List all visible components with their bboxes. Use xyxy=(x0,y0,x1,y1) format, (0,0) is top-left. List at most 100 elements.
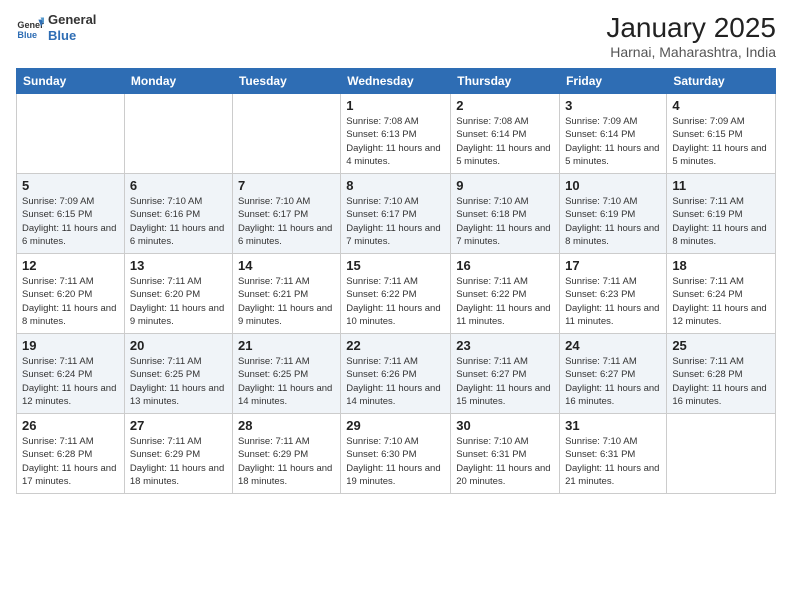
calendar-cell: 8Sunrise: 7:10 AMSunset: 6:17 PMDaylight… xyxy=(341,174,451,254)
day-info: Sunrise: 7:11 AMSunset: 6:24 PMDaylight:… xyxy=(672,275,770,328)
calendar-cell: 24 Sunrise: 7:11 AMSunset: 6:27 PMDayligh… xyxy=(560,334,667,414)
day-number: 31 xyxy=(565,418,661,433)
calendar-cell: 3Sunrise: 7:09 AMSunset: 6:14 PMDaylight… xyxy=(560,94,667,174)
col-monday: Monday xyxy=(124,69,232,94)
col-saturday: Saturday xyxy=(667,69,776,94)
calendar-cell: 7 Sunrise: 7:10 AMSunset: 6:17 PMDaylight… xyxy=(232,174,340,254)
col-thursday: Thursday xyxy=(451,69,560,94)
calendar-cell xyxy=(232,94,340,174)
day-number: 24 xyxy=(565,338,661,353)
calendar-cell: 30 Sunrise: 7:10 AMSunset: 6:31 PMDayligh… xyxy=(451,414,560,494)
calendar-cell: 11 Sunrise: 7:11 AMSunset: 6:19 PMDayligh… xyxy=(667,174,776,254)
day-number: 2 xyxy=(456,98,554,113)
calendar-cell: 1 Sunrise: 7:08 AMSunset: 6:13 PMDaylight… xyxy=(341,94,451,174)
calendar-cell: 18 Sunrise: 7:11 AMSunset: 6:24 PMDayligh… xyxy=(667,254,776,334)
header: General Blue General Blue January 2025 H… xyxy=(16,12,776,60)
day-info: Sunrise: 7:10 AMSunset: 6:31 PMDaylight:… xyxy=(565,435,661,488)
calendar-cell: 5 Sunrise: 7:09 AMSunset: 6:15 PMDaylight… xyxy=(17,174,125,254)
calendar-cell xyxy=(124,94,232,174)
calendar-cell: 25 Sunrise: 7:11 AMSunset: 6:28 PMDayligh… xyxy=(667,334,776,414)
calendar-cell: 17Sunrise: 7:11 AMSunset: 6:23 PMDayligh… xyxy=(560,254,667,334)
day-number: 21 xyxy=(238,338,335,353)
calendar-cell: 4Sunrise: 7:09 AMSunset: 6:15 PMDaylight… xyxy=(667,94,776,174)
day-info: Sunrise: 7:11 AMSunset: 6:27 PMDaylight:… xyxy=(565,355,661,408)
day-info: Sunrise: 7:10 AMSunset: 6:31 PMDaylight:… xyxy=(456,435,554,488)
day-info: Sunrise: 7:09 AMSunset: 6:15 PMDaylight:… xyxy=(22,195,119,248)
day-info: Sunrise: 7:11 AMSunset: 6:27 PMDaylight:… xyxy=(456,355,554,408)
calendar-cell: 10 Sunrise: 7:10 AMSunset: 6:19 PMDayligh… xyxy=(560,174,667,254)
page: General Blue General Blue January 2025 H… xyxy=(0,0,792,612)
day-number: 13 xyxy=(130,258,227,273)
logo-icon: General Blue xyxy=(16,14,44,42)
calendar-cell: 21 Sunrise: 7:11 AMSunset: 6:25 PMDayligh… xyxy=(232,334,340,414)
day-number: 18 xyxy=(672,258,770,273)
day-number: 16 xyxy=(456,258,554,273)
svg-text:Blue: Blue xyxy=(17,29,37,39)
day-number: 27 xyxy=(130,418,227,433)
day-info: Sunrise: 7:08 AMSunset: 6:13 PMDaylight:… xyxy=(346,115,445,168)
day-number: 17 xyxy=(565,258,661,273)
day-number: 23 xyxy=(456,338,554,353)
calendar-cell: 26Sunrise: 7:11 AMSunset: 6:28 PMDayligh… xyxy=(17,414,125,494)
day-info: Sunrise: 7:11 AMSunset: 6:24 PMDaylight:… xyxy=(22,355,119,408)
day-number: 19 xyxy=(22,338,119,353)
day-info: Sunrise: 7:11 AMSunset: 6:25 PMDaylight:… xyxy=(130,355,227,408)
day-info: Sunrise: 7:08 AMSunset: 6:14 PMDaylight:… xyxy=(456,115,554,168)
logo-general-text: General xyxy=(48,12,96,28)
title-block: January 2025 Harnai, Maharashtra, India xyxy=(606,12,776,60)
day-info: Sunrise: 7:10 AMSunset: 6:18 PMDaylight:… xyxy=(456,195,554,248)
day-info: Sunrise: 7:10 AMSunset: 6:17 PMDaylight:… xyxy=(346,195,445,248)
day-number: 7 xyxy=(238,178,335,193)
location-subtitle: Harnai, Maharashtra, India xyxy=(606,44,776,60)
calendar-week-5: 26Sunrise: 7:11 AMSunset: 6:28 PMDayligh… xyxy=(17,414,776,494)
day-info: Sunrise: 7:11 AMSunset: 6:19 PMDaylight:… xyxy=(672,195,770,248)
day-number: 11 xyxy=(672,178,770,193)
day-info: Sunrise: 7:11 AMSunset: 6:25 PMDaylight:… xyxy=(238,355,335,408)
calendar-cell: 31 Sunrise: 7:10 AMSunset: 6:31 PMDayligh… xyxy=(560,414,667,494)
day-number: 3 xyxy=(565,98,661,113)
calendar-cell: 14Sunrise: 7:11 AMSunset: 6:21 PMDayligh… xyxy=(232,254,340,334)
calendar-week-2: 5 Sunrise: 7:09 AMSunset: 6:15 PMDaylight… xyxy=(17,174,776,254)
calendar-cell: 9 Sunrise: 7:10 AMSunset: 6:18 PMDaylight… xyxy=(451,174,560,254)
day-info: Sunrise: 7:10 AMSunset: 6:30 PMDaylight:… xyxy=(346,435,445,488)
day-info: Sunrise: 7:11 AMSunset: 6:29 PMDaylight:… xyxy=(238,435,335,488)
day-number: 20 xyxy=(130,338,227,353)
day-number: 12 xyxy=(22,258,119,273)
calendar-cell: 15Sunrise: 7:11 AMSunset: 6:22 PMDayligh… xyxy=(341,254,451,334)
day-number: 25 xyxy=(672,338,770,353)
day-info: Sunrise: 7:11 AMSunset: 6:28 PMDaylight:… xyxy=(22,435,119,488)
day-number: 6 xyxy=(130,178,227,193)
calendar-cell: 16Sunrise: 7:11 AMSunset: 6:22 PMDayligh… xyxy=(451,254,560,334)
calendar-cell: 19 Sunrise: 7:11 AMSunset: 6:24 PMDayligh… xyxy=(17,334,125,414)
day-info: Sunrise: 7:11 AMSunset: 6:29 PMDaylight:… xyxy=(130,435,227,488)
col-tuesday: Tuesday xyxy=(232,69,340,94)
day-number: 30 xyxy=(456,418,554,433)
calendar-cell: 22Sunrise: 7:11 AMSunset: 6:26 PMDayligh… xyxy=(341,334,451,414)
calendar-header-row: Sunday Monday Tuesday Wednesday Thursday… xyxy=(17,69,776,94)
calendar-cell: 12 Sunrise: 7:11 AMSunset: 6:20 PMDayligh… xyxy=(17,254,125,334)
day-number: 22 xyxy=(346,338,445,353)
month-title: January 2025 xyxy=(606,12,776,44)
day-info: Sunrise: 7:11 AMSunset: 6:20 PMDaylight:… xyxy=(130,275,227,328)
calendar-cell: 28Sunrise: 7:11 AMSunset: 6:29 PMDayligh… xyxy=(232,414,340,494)
col-wednesday: Wednesday xyxy=(341,69,451,94)
day-number: 10 xyxy=(565,178,661,193)
day-number: 1 xyxy=(346,98,445,113)
calendar-week-3: 12 Sunrise: 7:11 AMSunset: 6:20 PMDayligh… xyxy=(17,254,776,334)
day-info: Sunrise: 7:11 AMSunset: 6:20 PMDaylight:… xyxy=(22,275,119,328)
calendar-cell: 27 Sunrise: 7:11 AMSunset: 6:29 PMDayligh… xyxy=(124,414,232,494)
calendar-cell: 6 Sunrise: 7:10 AMSunset: 6:16 PMDaylight… xyxy=(124,174,232,254)
day-info: Sunrise: 7:10 AMSunset: 6:17 PMDaylight:… xyxy=(238,195,335,248)
day-info: Sunrise: 7:10 AMSunset: 6:16 PMDaylight:… xyxy=(130,195,227,248)
calendar-week-1: 1 Sunrise: 7:08 AMSunset: 6:13 PMDaylight… xyxy=(17,94,776,174)
calendar-table: Sunday Monday Tuesday Wednesday Thursday… xyxy=(16,68,776,494)
day-info: Sunrise: 7:11 AMSunset: 6:28 PMDaylight:… xyxy=(672,355,770,408)
day-number: 9 xyxy=(456,178,554,193)
calendar-week-4: 19 Sunrise: 7:11 AMSunset: 6:24 PMDayligh… xyxy=(17,334,776,414)
day-info: Sunrise: 7:10 AMSunset: 6:19 PMDaylight:… xyxy=(565,195,661,248)
day-number: 4 xyxy=(672,98,770,113)
calendar-cell xyxy=(17,94,125,174)
calendar-cell: 13 Sunrise: 7:11 AMSunset: 6:20 PMDayligh… xyxy=(124,254,232,334)
day-number: 5 xyxy=(22,178,119,193)
col-friday: Friday xyxy=(560,69,667,94)
